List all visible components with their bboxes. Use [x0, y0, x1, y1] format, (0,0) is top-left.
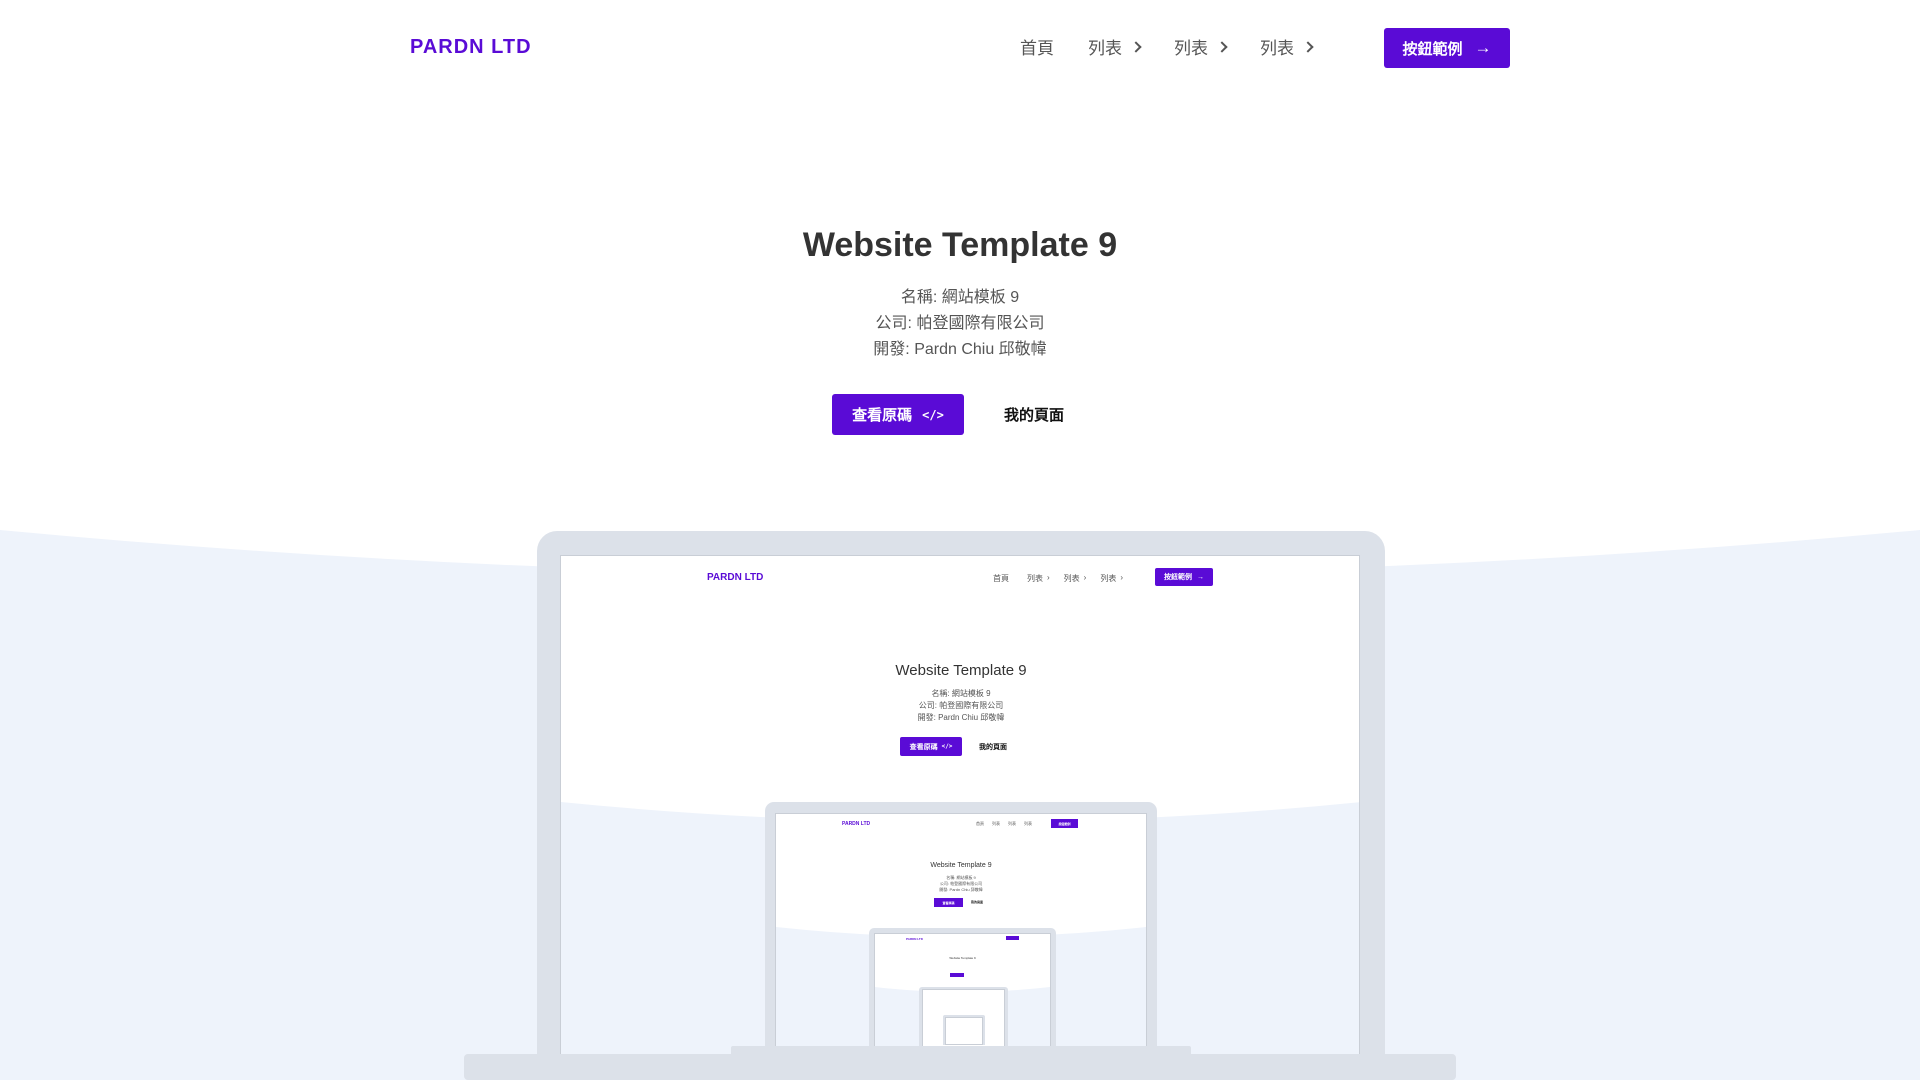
preview2-primary-label: 查看原碼 [942, 900, 955, 905]
preview3-primary-button [950, 973, 964, 977]
nav-item-label: 列表 [1260, 39, 1294, 58]
view-source-button[interactable]: 查看原碼 </> [832, 394, 964, 435]
chevron-right-icon [1130, 40, 1142, 53]
nav-menu: 首頁 列表 列表 列表 [1020, 34, 1346, 59]
preview2-brand: PARDN LTD [842, 821, 871, 827]
laptop-base [464, 1054, 1456, 1080]
code-icon: </> [922, 407, 944, 422]
arrow-right-icon: → [1197, 573, 1204, 581]
chevron-right-icon: › [1120, 573, 1124, 582]
preview2-cta-label: 按鈕範例 [1058, 821, 1071, 826]
preview-nav-item: 列表 [1100, 574, 1117, 583]
preview-page: PARDN LTD 首頁 列表 › 列表 › 列表 › 按鈕範例 → Website … [561, 556, 1359, 1054]
nav-item-home[interactable]: 首頁 [1020, 34, 1054, 59]
hero-meta: 名稱: 網站模板 9 公司: 帕登國際有限公司 開發: Pardn Chiu 邱… [0, 285, 1920, 363]
preview-cta-label: 按鈕範例 [1164, 574, 1192, 581]
preview4-laptop-screen [922, 989, 1005, 1047]
preview-laptop-screen: PARDN LTD 首頁 列表 列表 列表 按鈕範例 Website Templ… [775, 813, 1147, 1052]
preview2-meta-line: 開發: Pardn Chiu 邱敬幃 [939, 887, 983, 892]
my-page-link[interactable]: 我的頁面 [1004, 404, 1064, 425]
preview3-brand: PARDN LTD [906, 937, 923, 941]
chevron-right-icon: › [1083, 573, 1087, 582]
preview-meta-line: 開發: Pardn Chiu 邱敬幃 [917, 713, 1005, 722]
code-icon: </> [941, 743, 953, 750]
nav-cta-button[interactable]: 按鈕範例 → [1384, 28, 1510, 68]
laptop-screen-preview: PARDN LTD 首頁 列表 › 列表 › 列表 › 按鈕範例 → Website … [560, 555, 1360, 1055]
preview2-cta: 按鈕範例 [1051, 819, 1078, 828]
preview-nav-item: 列表 [1027, 574, 1043, 583]
nav-item-label: 列表 [1174, 39, 1208, 58]
meta-name: 名稱: 網站模板 9 [900, 289, 1020, 306]
brand-logo[interactable]: PARDN LTD [410, 36, 532, 59]
preview-nav-item: 首頁 [993, 574, 1009, 583]
preview-meta: 名稱: 網站模板 9 公司: 帕登國際有限公司 開發: Pardn Chiu 邱… [561, 688, 1359, 724]
preview2-nav-item: 列表 [992, 821, 1000, 826]
preview2-secondary-link: 我的頁面 [971, 900, 984, 904]
top-nav: PARDN LTD 首頁 列表 列表 列表 按鈕範例 → [0, 0, 1920, 96]
nav-item-list-2[interactable]: 列表 [1174, 34, 1228, 59]
preview-secondary-link: 我的頁面 [979, 744, 1007, 751]
preview-primary-label: 查看原碼 [909, 743, 938, 751]
chevron-right-icon: › [1047, 573, 1050, 582]
preview2-title: Website Template 9 [930, 862, 992, 869]
preview2-nav-item: 列表 [1008, 821, 1016, 826]
meta-company: 公司: 帕登國際有限公司 [875, 315, 1045, 332]
nav-item-label: 列表 [1088, 39, 1122, 58]
nav-item-label: 首頁 [1020, 39, 1054, 58]
hero-title: Website Template 9 [802, 226, 1118, 264]
preview2-nav: 首頁 列表 列表 列表 [976, 821, 1032, 827]
preview2-nav-item: 首頁 [976, 821, 984, 826]
preview-primary-button: 查看原碼 </> [900, 737, 962, 756]
nav-item-list-3[interactable]: 列表 [1260, 34, 1314, 59]
preview-meta-line: 公司: 帕登國際有限公司 [918, 701, 1004, 710]
preview-title: Website Template 9 [895, 662, 1027, 679]
preview2-primary-button: 查看原碼 [934, 898, 963, 907]
preview3-cta [1006, 936, 1019, 940]
chevron-right-icon [1302, 40, 1314, 53]
preview-meta-line: 名稱: 網站模板 9 [931, 689, 991, 698]
preview-brand: PARDN LTD [707, 572, 764, 583]
chevron-right-icon [1216, 40, 1228, 53]
hero-actions: 查看原碼 </> 我的頁面 [832, 394, 1064, 435]
preview2-meta: 名稱: 網站模板 9 公司: 帕登國際有限公司 開發: Pardn Chiu 邱… [776, 875, 1146, 893]
nav-cta-label: 按鈕範例 [1402, 40, 1463, 58]
view-source-label: 查看原碼 [852, 407, 913, 424]
nav-item-list-1[interactable]: 列表 [1088, 34, 1142, 59]
preview3-title: Website Template 9 [949, 956, 976, 960]
arrow-right-icon: → [1474, 38, 1492, 57]
preview-nav-item: 列表 [1063, 574, 1080, 583]
meta-developer: 開發: Pardn Chiu 邱敬幃 [873, 341, 1047, 358]
preview5-laptop-screen [945, 1017, 983, 1045]
preview-nav: 首頁 列表 › 列表 › 列表 › [993, 573, 1123, 584]
preview-cta: 按鈕範例 → [1155, 568, 1213, 586]
preview2-nav-item: 列表 [1024, 821, 1032, 826]
preview3-laptop-screen: PARDN LTD Website Template 9 [874, 933, 1051, 1051]
